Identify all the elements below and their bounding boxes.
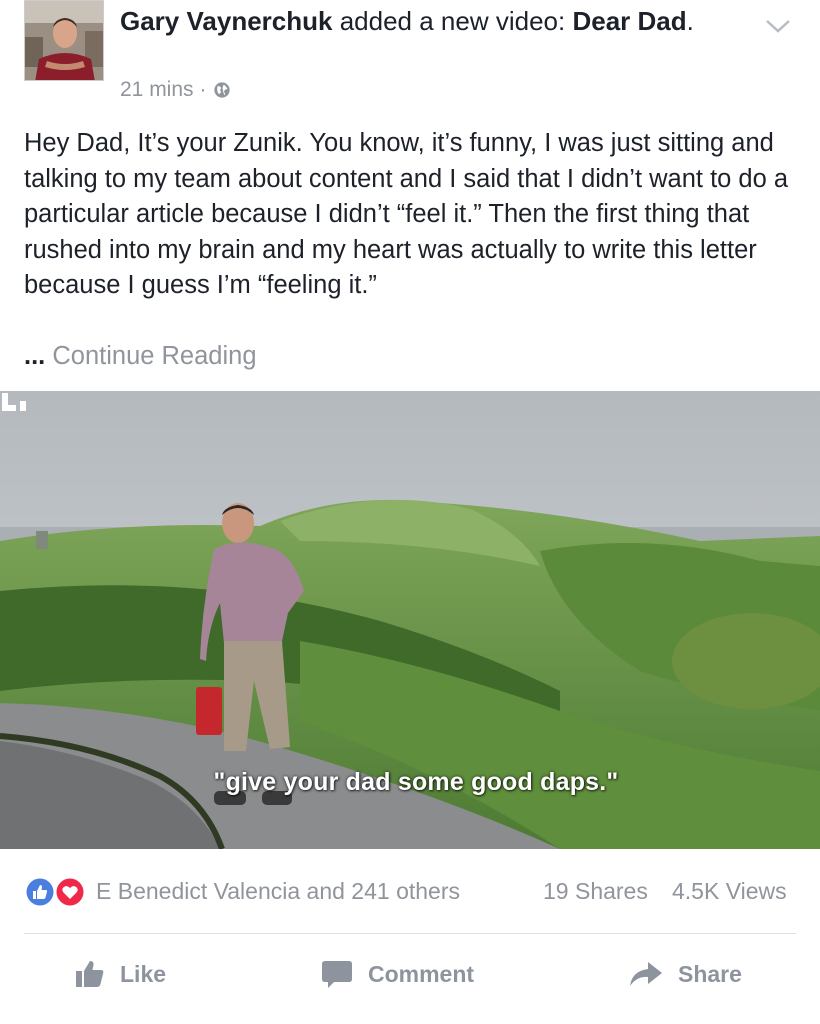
comment-button[interactable]: Comment	[320, 954, 474, 994]
post-stats: E Benedict Valencia and 241 others 19 Sh…	[0, 858, 820, 924]
video-title[interactable]: Dear Dad	[572, 6, 686, 36]
ellipsis: ...	[24, 342, 46, 370]
post-meta: 21 mins ·	[120, 78, 231, 102]
action-text: added a new video:	[339, 6, 566, 36]
post-actions-bar: Like Comment Share	[0, 940, 820, 1006]
like-label: Like	[120, 960, 167, 987]
shares-count[interactable]: 19 Shares	[543, 878, 648, 905]
reactions-summary[interactable]: E Benedict Valencia and 241 others	[96, 878, 460, 905]
title-period: .	[686, 6, 694, 36]
like-button[interactable]: Like	[74, 954, 166, 994]
love-reaction-icon	[55, 877, 85, 907]
actions-divider	[24, 933, 796, 934]
globe-icon[interactable]	[213, 81, 231, 99]
continue-reading-label[interactable]: Continue Reading	[52, 342, 256, 370]
brand-watermark-icon	[2, 393, 26, 411]
views-count[interactable]: 4.5K Views	[672, 878, 787, 905]
video-caption: "give your dad some good daps."	[213, 768, 619, 796]
author-name[interactable]: Gary Vaynerchuk	[120, 6, 332, 36]
continue-reading-link[interactable]: ... Continue Reading	[24, 339, 257, 374]
share-label: Share	[678, 960, 742, 987]
post-header: Gary Vaynerchuk added a new video: Dear …	[0, 0, 820, 112]
thumbs-up-icon	[76, 961, 104, 987]
avatar[interactable]	[24, 0, 104, 81]
comment-label: Comment	[368, 960, 475, 987]
post-timestamp[interactable]: 21 mins	[120, 78, 194, 102]
like-reaction-icon	[25, 877, 55, 907]
share-button[interactable]: Share	[628, 954, 742, 994]
share-arrow-icon	[630, 962, 662, 986]
post-body: Hey Dad, It’s your Zunik. You know, it’s…	[24, 129, 789, 299]
comment-icon	[322, 961, 352, 988]
chevron-down-icon[interactable]	[764, 14, 792, 38]
reaction-icons[interactable]	[24, 876, 90, 908]
meta-separator: ·	[199, 78, 207, 101]
video-player[interactable]: "give your dad some good daps."	[0, 391, 820, 849]
post-title-line: Gary Vaynerchuk added a new video: Dear …	[120, 4, 740, 39]
